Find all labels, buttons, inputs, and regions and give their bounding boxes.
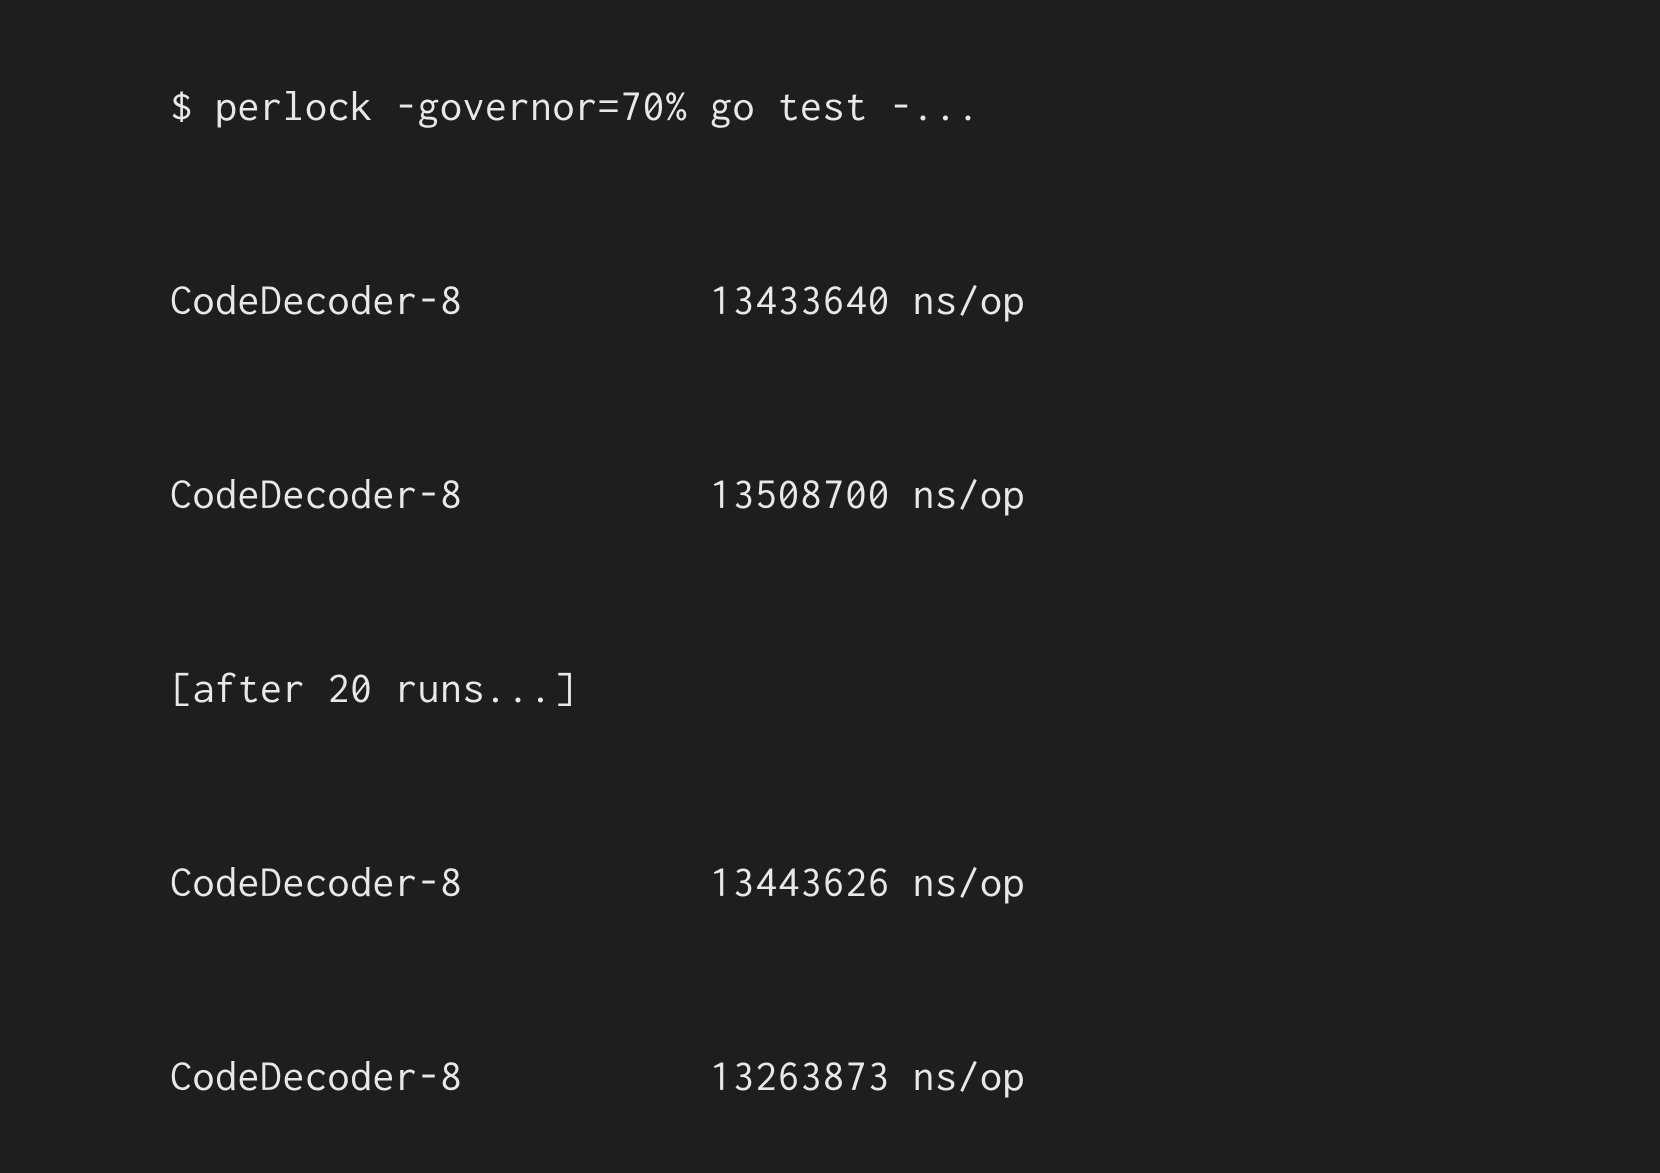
command-line: $ perlock -governor=70% go test -... bbox=[170, 74, 1025, 139]
output-line: CodeDecoder-8 13263873 ns/op bbox=[170, 1044, 1025, 1109]
terminal-output: $ perflock -daemon & $ perlock -governor… bbox=[170, 0, 1025, 1173]
output-line: CodeDecoder-8 13443626 ns/op bbox=[170, 850, 1025, 915]
output-line: [after 20 runs...] bbox=[170, 656, 1025, 721]
output-line: CodeDecoder-8 13433640 ns/op bbox=[170, 268, 1025, 333]
output-line: CodeDecoder-8 13508700 ns/op bbox=[170, 462, 1025, 527]
